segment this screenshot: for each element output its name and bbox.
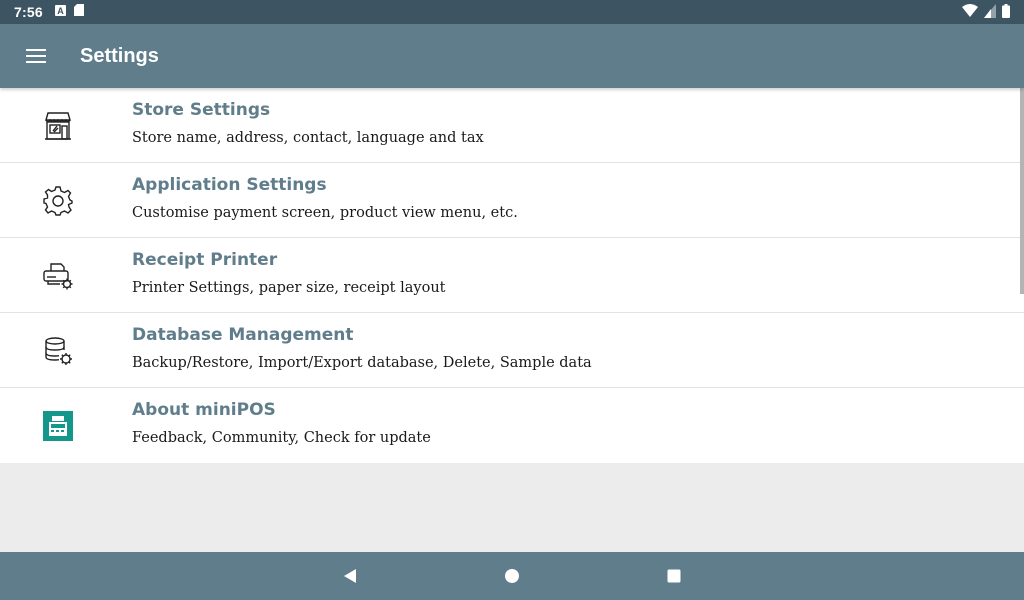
store-icon [42, 110, 74, 142]
wifi-icon [962, 4, 978, 23]
database-icon [42, 335, 74, 367]
settings-item-subtitle: Store name, address, contact, language a… [132, 130, 484, 146]
settings-list: Store Settings Store name, address, cont… [0, 88, 1024, 463]
settings-item-store[interactable]: Store Settings Store name, address, cont… [0, 88, 1024, 163]
app-bar: Settings [0, 24, 1024, 88]
settings-item-receipt-printer[interactable]: Receipt Printer Printer Settings, paper … [0, 238, 1024, 313]
signal-icon [984, 4, 996, 23]
settings-item-subtitle: Feedback, Community, Check for update [132, 430, 431, 446]
settings-item-subtitle: Customise payment screen, product view m… [132, 205, 518, 221]
settings-item-title: Application Settings [132, 175, 327, 195]
gear-icon [42, 185, 74, 217]
settings-item-title: Database Management [132, 325, 354, 345]
back-icon[interactable] [340, 566, 360, 586]
scrollbar[interactable] [1020, 88, 1024, 294]
home-icon[interactable] [502, 566, 522, 586]
settings-item-about[interactable]: About miniPOS Feedback, Community, Check… [0, 388, 1024, 463]
page-title: Settings [80, 44, 159, 67]
settings-item-title: About miniPOS [132, 400, 276, 420]
navigation-bar [0, 552, 1024, 600]
status-bar: 7:56 A [0, 0, 1024, 24]
settings-item-title: Receipt Printer [132, 250, 278, 270]
settings-item-subtitle: Backup/Restore, Import/Export database, … [132, 355, 592, 371]
svg-text:A: A [57, 6, 64, 16]
settings-item-application[interactable]: Application Settings Customise payment s… [0, 163, 1024, 238]
status-time: 7:56 [14, 4, 43, 20]
settings-item-subtitle: Printer Settings, paper size, receipt la… [132, 280, 446, 296]
printer-icon [42, 260, 74, 292]
settings-item-title: Store Settings [132, 100, 271, 120]
settings-item-database[interactable]: Database Management Backup/Restore, Impo… [0, 313, 1024, 388]
minipos-app-icon [42, 410, 74, 442]
battery-icon [1002, 4, 1010, 23]
hamburger-menu-icon[interactable] [0, 24, 72, 88]
sd-card-icon [73, 3, 84, 21]
a-notification-icon: A [54, 3, 66, 21]
recents-icon[interactable] [664, 566, 684, 586]
